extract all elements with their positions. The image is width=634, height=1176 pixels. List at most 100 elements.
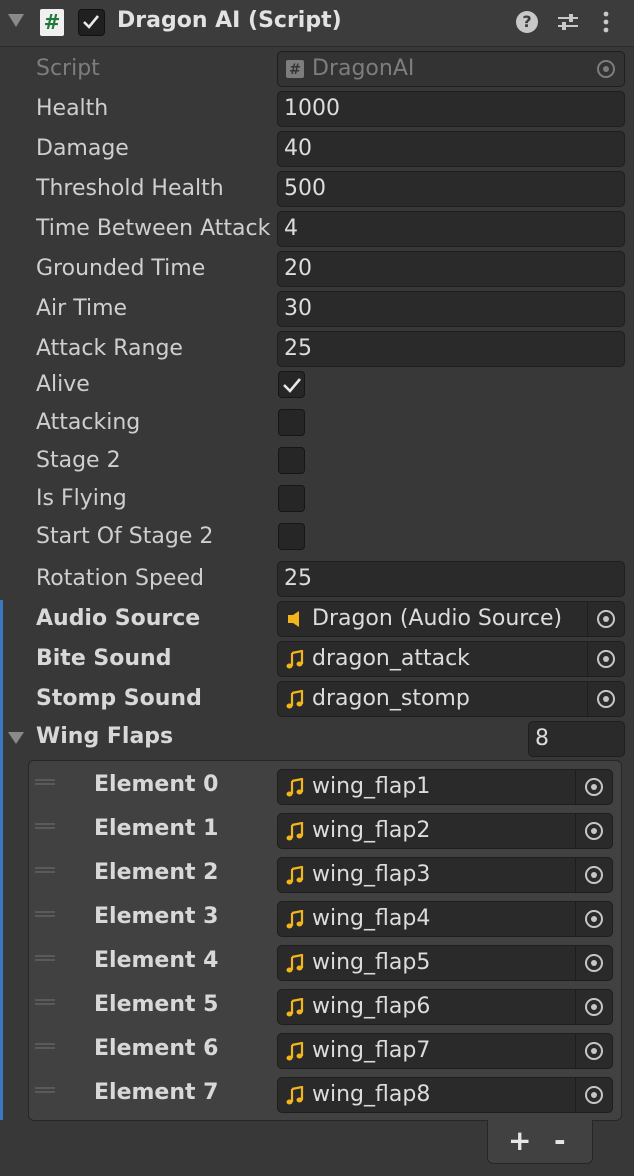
- element-audio-clip-field[interactable]: wing_flap6: [277, 989, 613, 1025]
- bite-sound-field[interactable]: dragon_attack: [277, 641, 625, 677]
- drag-handle-icon[interactable]: [35, 779, 55, 785]
- object-picker-icon[interactable]: [587, 682, 624, 716]
- object-picker-icon[interactable]: [575, 902, 612, 936]
- audio-source-label: Audio Source: [36, 606, 201, 631]
- checkmark-icon: [283, 378, 301, 393]
- element-audio-clip-field[interactable]: wing_flap4: [277, 901, 613, 937]
- grounded-time-label: Grounded Time: [36, 256, 206, 281]
- audio-clip-icon: [286, 690, 304, 709]
- alive-label: Alive: [36, 372, 90, 397]
- drag-handle-icon[interactable]: [35, 823, 55, 829]
- audio-clip-icon: [286, 822, 304, 841]
- element-value: wing_flap5: [312, 950, 431, 975]
- help-icon[interactable]: ?: [516, 11, 538, 33]
- element-label: Element 7: [94, 1080, 219, 1105]
- list-footer: + -: [487, 1120, 593, 1164]
- kebab-menu-icon[interactable]: [600, 10, 612, 34]
- start-of-stage2-label: Start Of Stage 2: [36, 524, 214, 549]
- element-audio-clip-field[interactable]: wing_flap7: [277, 1033, 613, 1069]
- audio-clip-icon: [286, 866, 304, 885]
- audio-clip-icon: [286, 1042, 304, 1061]
- object-picker-icon[interactable]: [575, 858, 612, 892]
- damage-input[interactable]: 40: [277, 131, 625, 167]
- element-audio-clip-field[interactable]: wing_flap3: [277, 857, 613, 893]
- csharp-script-icon: #: [40, 9, 64, 36]
- element-label: Element 4: [94, 948, 219, 973]
- wing-flaps-size-input[interactable]: 8: [528, 721, 625, 757]
- drag-handle-icon[interactable]: [35, 867, 55, 873]
- audio-source-icon: [288, 611, 299, 627]
- stomp-sound-value: dragon_stomp: [312, 686, 470, 711]
- object-picker-icon[interactable]: [587, 642, 624, 676]
- drag-handle-icon[interactable]: [35, 1043, 55, 1049]
- component-header[interactable]: # Dragon AI (Script) ?: [0, 0, 634, 47]
- audio-clip-icon: [286, 1086, 304, 1105]
- script-value: DragonAI: [312, 56, 415, 81]
- attack-range-label: Attack Range: [36, 336, 183, 361]
- attack-range-input[interactable]: 25: [277, 331, 625, 367]
- element-value: wing_flap8: [312, 1082, 431, 1107]
- element-audio-clip-field[interactable]: wing_flap1: [277, 769, 613, 805]
- start-of-stage2-checkbox[interactable]: [278, 523, 305, 550]
- audio-clip-icon: [286, 778, 304, 797]
- object-picker-icon[interactable]: [575, 770, 612, 804]
- element-audio-clip-field[interactable]: wing_flap5: [277, 945, 613, 981]
- element-value: wing_flap6: [312, 994, 431, 1019]
- csharp-script-icon: #: [286, 60, 304, 78]
- element-value: wing_flap2: [312, 818, 431, 843]
- override-indicator-bar: [0, 600, 3, 1120]
- drag-handle-icon[interactable]: [35, 999, 55, 1005]
- object-picker-icon[interactable]: [575, 990, 612, 1024]
- element-value: wing_flap7: [312, 1038, 431, 1063]
- air-time-input[interactable]: 30: [277, 291, 625, 327]
- object-picker-icon[interactable]: [575, 814, 612, 848]
- stage2-label: Stage 2: [36, 448, 121, 473]
- damage-label: Damage: [36, 136, 129, 161]
- bite-sound-label: Bite Sound: [36, 646, 172, 671]
- attacking-label: Attacking: [36, 410, 141, 435]
- drag-handle-icon[interactable]: [35, 955, 55, 961]
- stage2-checkbox[interactable]: [278, 447, 305, 474]
- audio-clip-icon: [286, 998, 304, 1017]
- object-picker-icon[interactable]: [575, 1078, 612, 1112]
- element-label: Element 3: [94, 904, 219, 929]
- air-time-label: Air Time: [36, 296, 128, 321]
- drag-handle-icon[interactable]: [35, 911, 55, 917]
- bite-sound-value: dragon_attack: [312, 646, 470, 671]
- time-between-attack-label: Time Between Attack: [36, 216, 271, 241]
- script-label: Script: [36, 56, 100, 81]
- is-flying-label: Is Flying: [36, 486, 127, 511]
- component-title: Dragon AI (Script): [117, 8, 342, 33]
- stomp-sound-field[interactable]: dragon_stomp: [277, 681, 625, 717]
- component-enabled-checkbox[interactable]: [78, 9, 105, 36]
- audio-source-field[interactable]: Dragon (Audio Source): [277, 601, 625, 637]
- element-label: Element 2: [94, 860, 219, 885]
- object-picker-icon[interactable]: [587, 602, 624, 636]
- wing-flaps-foldout-arrow-icon[interactable]: [8, 732, 24, 744]
- element-audio-clip-field[interactable]: wing_flap8: [277, 1077, 613, 1113]
- preset-icon[interactable]: [556, 10, 580, 34]
- audio-clip-icon: [286, 954, 304, 973]
- threshold-health-input[interactable]: 500: [277, 171, 625, 207]
- object-picker-icon[interactable]: [575, 946, 612, 980]
- wing-flaps-label[interactable]: Wing Flaps: [36, 724, 173, 749]
- element-label: Element 0: [94, 772, 219, 797]
- attacking-checkbox[interactable]: [278, 409, 305, 436]
- rotation-speed-input[interactable]: 25: [277, 561, 625, 597]
- remove-element-button[interactable]: -: [554, 1124, 566, 1157]
- health-input[interactable]: 1000: [277, 91, 625, 127]
- add-element-button[interactable]: +: [508, 1124, 531, 1157]
- object-picker-icon[interactable]: [575, 1034, 612, 1068]
- svg-text:#: #: [289, 62, 301, 78]
- audio-clip-icon: [286, 650, 304, 669]
- element-value: wing_flap3: [312, 862, 431, 887]
- foldout-arrow-icon[interactable]: [8, 14, 24, 27]
- time-between-attack-input[interactable]: 4: [277, 211, 625, 247]
- alive-checkbox[interactable]: [278, 371, 305, 398]
- drag-handle-icon[interactable]: [35, 1087, 55, 1093]
- is-flying-checkbox[interactable]: [278, 485, 305, 512]
- grounded-time-input[interactable]: 20: [277, 251, 625, 287]
- rotation-speed-label: Rotation Speed: [36, 566, 204, 591]
- element-label: Element 5: [94, 992, 219, 1017]
- element-audio-clip-field[interactable]: wing_flap2: [277, 813, 613, 849]
